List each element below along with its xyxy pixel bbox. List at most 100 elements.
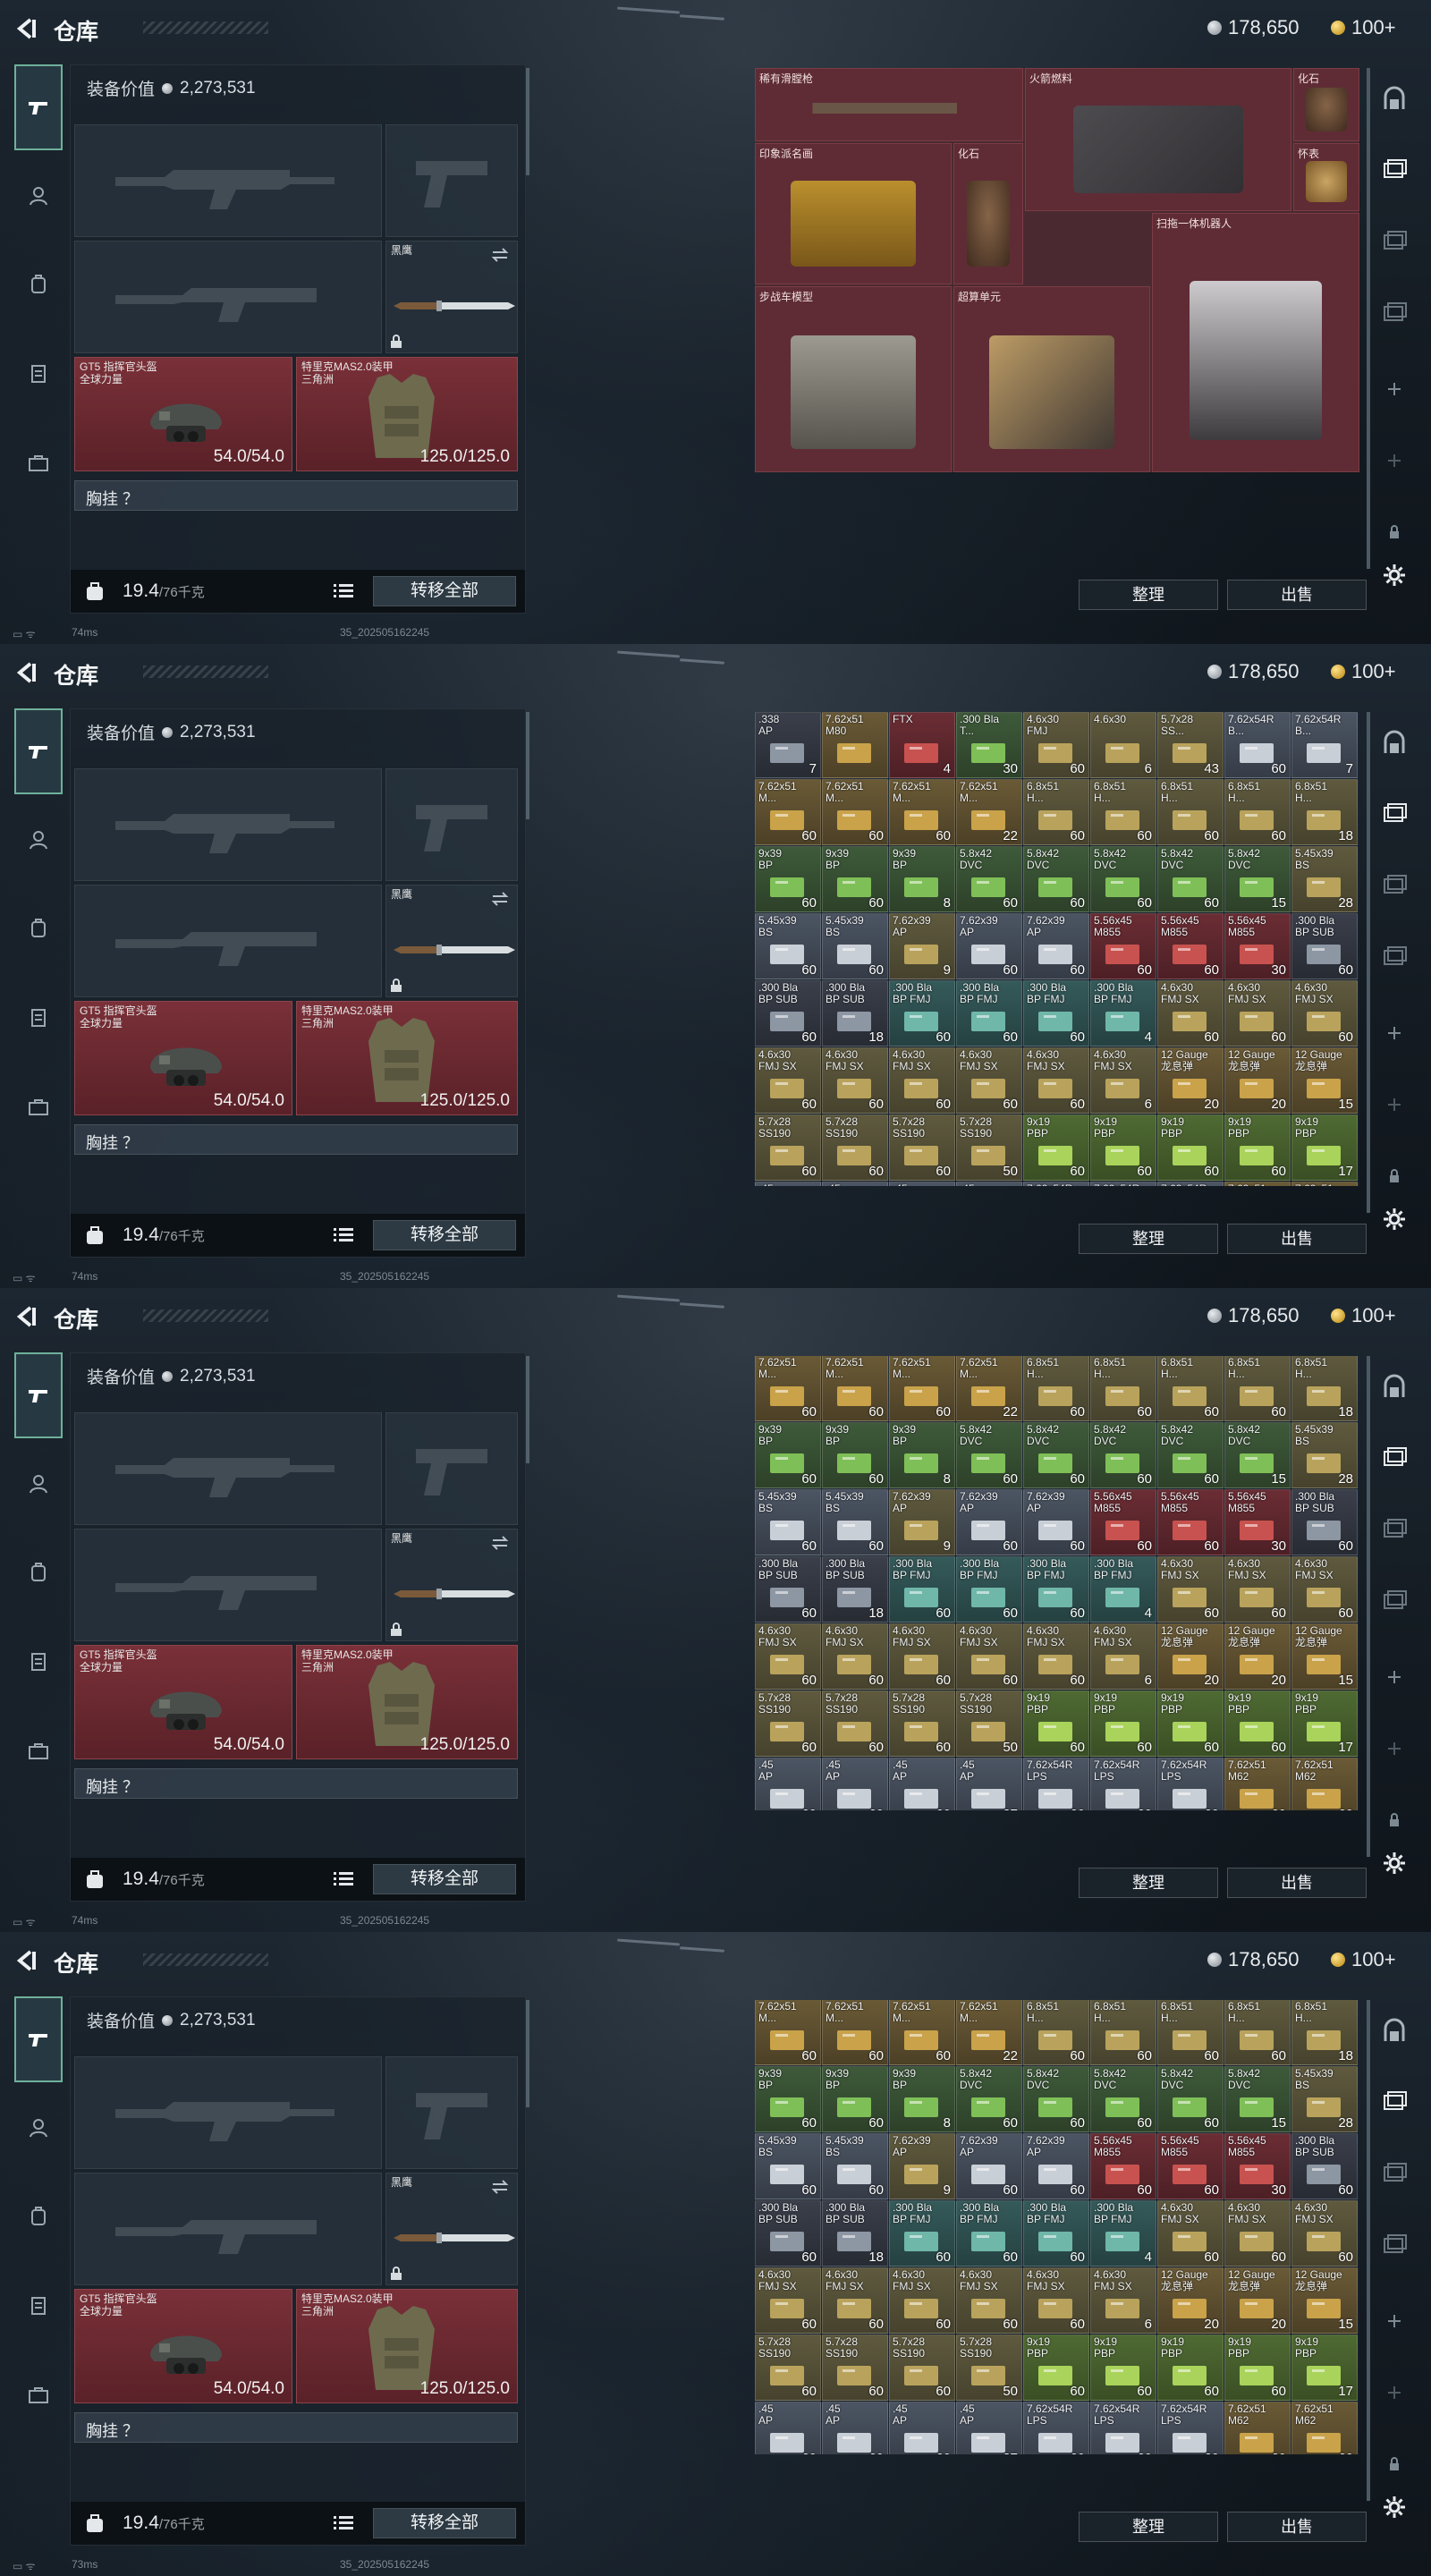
ammo-item[interactable]: 5.8x42 DVC 15 — [1224, 2066, 1291, 2132]
ammo-item[interactable]: 6.8x51 H... 60 — [1224, 1356, 1291, 1421]
ammo-item[interactable]: 5.8x42 DVC 60 — [1023, 2066, 1089, 2132]
ammo-item[interactable]: 7.62x39 AP 60 — [1023, 913, 1089, 979]
back-button[interactable] — [13, 15, 39, 42]
ammo-item[interactable]: 4.6x30 FMJ SX 60 — [889, 2267, 955, 2334]
transfer-all-button[interactable]: 转移全部 — [373, 2508, 516, 2538]
ammo-item[interactable]: 4.6x30 FMJ SX 60 — [1157, 980, 1224, 1046]
ammo-item[interactable]: FTX 4 — [889, 712, 955, 778]
ammo-item[interactable]: 7.62x51 M... 60 — [889, 1356, 955, 1421]
nav-weapons[interactable] — [14, 1352, 63, 1438]
ammo-item[interactable]: 4.6x30 FMJ SX 60 — [1023, 1047, 1089, 1114]
rail-item-1[interactable] — [1376, 1368, 1413, 1406]
sort-button[interactable]: 整理 — [1079, 2512, 1218, 2542]
nav-weapons[interactable] — [14, 1996, 63, 2082]
holster-slot[interactable] — [74, 2173, 382, 2285]
ammo-item[interactable]: 7.62x51 M... 60 — [755, 1356, 821, 1421]
ammo-item[interactable]: 9x19 PBP 60 — [1090, 2334, 1156, 2401]
ammo-item[interactable]: 4.6x30 FMJ SX 60 — [889, 1623, 955, 1690]
ammo-item[interactable]: 5.8x42 DVC 60 — [956, 846, 1022, 912]
nav-weapons[interactable] — [14, 708, 63, 794]
ammo-item[interactable]: 6.8x51 H... 60 — [1224, 2000, 1291, 2065]
nav-case[interactable] — [14, 1084, 63, 1129]
ammo-item[interactable]: 5.56x45 M855 30 — [1224, 2133, 1291, 2199]
nav-backpack[interactable] — [14, 261, 63, 306]
rail-item-2[interactable] — [1376, 794, 1413, 832]
ammo-item[interactable]: 5.7x28 SS190 60 — [755, 1114, 821, 1181]
transfer-all-button[interactable]: 转移全部 — [373, 576, 516, 606]
ammo-item[interactable]: 5.56x45 M855 60 — [1090, 2133, 1156, 2199]
ammo-item[interactable]: 7.62x51M6260 — [1291, 1758, 1358, 1810]
ammo-item[interactable]: 9x39 BP 8 — [889, 846, 955, 912]
ammo-item[interactable]: .45AP60 — [755, 1182, 821, 1186]
ammo-item[interactable]: 9x39 BP 8 — [889, 2066, 955, 2132]
ammo-item[interactable]: 7.62x51 M... 22 — [956, 1356, 1022, 1421]
gold-balance[interactable]: 100+ — [1331, 660, 1396, 683]
ammo-item[interactable]: 7.62x51M6260 — [1291, 1182, 1358, 1186]
ammo-item[interactable]: 5.7x28 SS190 60 — [755, 2334, 821, 2401]
ammo-item[interactable]: 5.8x42 DVC 15 — [1224, 1422, 1291, 1488]
holster-slot[interactable] — [74, 1529, 382, 1641]
ammo-item[interactable]: 7.62x51 M... 60 — [755, 2000, 821, 2065]
ammo-item[interactable]: .300 Bla BP FMJ 60 — [889, 1556, 955, 1623]
ammo-item[interactable]: 7.62x54RLPS60 — [1090, 1182, 1156, 1186]
ammo-item[interactable]: 9x19 PBP 60 — [1023, 1114, 1089, 1181]
silver-balance[interactable]: 178,650 — [1207, 1304, 1300, 1327]
loadout-scrollbar[interactable] — [526, 712, 529, 819]
rail-item-2[interactable] — [1376, 150, 1413, 188]
stash-scrollbar[interactable] — [1367, 68, 1370, 569]
ammo-item[interactable]: .300 Bla BP FMJ 4 — [1090, 980, 1156, 1046]
ammo-item[interactable]: 9x19 PBP 17 — [1291, 2334, 1358, 2401]
ammo-item[interactable]: 6.8x51 H... 60 — [1157, 779, 1224, 845]
settings-button[interactable] — [1376, 2488, 1413, 2526]
ammo-item[interactable]: 4.6x30 FMJ SX 6 — [1090, 1623, 1156, 1690]
add-stash-button[interactable] — [1376, 2302, 1413, 2340]
transfer-all-button[interactable]: 转移全部 — [373, 1220, 516, 1250]
add-stash-button[interactable] — [1376, 1086, 1413, 1123]
nav-tasks[interactable] — [14, 351, 63, 395]
helmet-slot[interactable]: GT5 指挥官头盔 全球力量 54.0/54.0 — [74, 2289, 292, 2403]
ammo-item[interactable]: .45AP60 — [822, 1182, 888, 1186]
rail-item-3[interactable] — [1376, 866, 1413, 903]
nav-backpack[interactable] — [14, 1549, 63, 1594]
ammo-item[interactable]: 7.62x39 AP 60 — [956, 913, 1022, 979]
sort-button[interactable]: 整理 — [1079, 580, 1218, 610]
ammo-item[interactable]: 9x39 BP 60 — [755, 1422, 821, 1488]
nav-operator[interactable] — [14, 2106, 63, 2150]
ammo-item[interactable]: 6.8x51 H... 18 — [1291, 1356, 1358, 1421]
primary-weapon-slot[interactable] — [74, 124, 382, 237]
ammo-item[interactable]: 5.7x28 SS190 60 — [889, 1114, 955, 1181]
ammo-item[interactable]: 7.62x51 M... 22 — [956, 779, 1022, 845]
ammo-item[interactable]: 7.62x51 M... 60 — [889, 779, 955, 845]
ammo-item[interactable]: 5.45x39 BS 60 — [822, 2133, 888, 2199]
ammo-item[interactable]: .45AP27 — [956, 2402, 1022, 2454]
sort-button[interactable]: 整理 — [1079, 1224, 1218, 1254]
ammo-item[interactable]: .45AP60 — [889, 2402, 955, 2454]
ammo-item[interactable]: 6.8x51 H... 60 — [1090, 779, 1156, 845]
nav-operator[interactable] — [14, 818, 63, 862]
ammo-item[interactable]: .300 Bla BP SUB 18 — [822, 2200, 888, 2267]
ammo-item[interactable]: 6.8x51 H... 60 — [1023, 2000, 1089, 2065]
rail-item-1[interactable] — [1376, 80, 1413, 118]
loot-item[interactable]: 超算单元 — [953, 286, 1150, 472]
ammo-item[interactable]: 7.62x39 AP 60 — [956, 2133, 1022, 2199]
nav-backpack[interactable] — [14, 905, 63, 950]
rail-item-2[interactable] — [1376, 1438, 1413, 1476]
loot-item[interactable]: 步战车模型 — [755, 286, 952, 472]
ammo-item[interactable]: 5.56x45 M855 60 — [1157, 913, 1224, 979]
chest-rig-slot[interactable]: 胸挂 ？ — [74, 1124, 518, 1155]
ammo-item[interactable]: 5.56x45 M855 60 — [1090, 913, 1156, 979]
ammo-item[interactable]: 12 Gauge 龙息弹 20 — [1224, 1623, 1291, 1690]
ammo-item[interactable]: 7.62x51 M... 22 — [956, 2000, 1022, 2065]
ammo-item[interactable]: 9x39 BP 60 — [822, 846, 888, 912]
silver-balance[interactable]: 178,650 — [1207, 16, 1300, 39]
ammo-item[interactable]: 5.56x45 M855 30 — [1224, 1489, 1291, 1555]
ammo-item[interactable]: .300 Bla BP FMJ 4 — [1090, 2200, 1156, 2267]
list-icon[interactable] — [330, 2511, 357, 2536]
sort-button[interactable]: 整理 — [1079, 1868, 1218, 1898]
ammo-item[interactable]: 12 Gauge 龙息弹 20 — [1157, 1623, 1224, 1690]
ammo-item[interactable]: 4.6x30 FMJ SX 60 — [1224, 980, 1291, 1046]
rail-item-3[interactable] — [1376, 1510, 1413, 1547]
melee-slot[interactable]: 黑鹰 — [385, 241, 518, 353]
ammo-item[interactable]: 5.7x28 SS190 60 — [889, 1690, 955, 1757]
ammo-item[interactable]: 5.8x42 DVC 60 — [1090, 1422, 1156, 1488]
